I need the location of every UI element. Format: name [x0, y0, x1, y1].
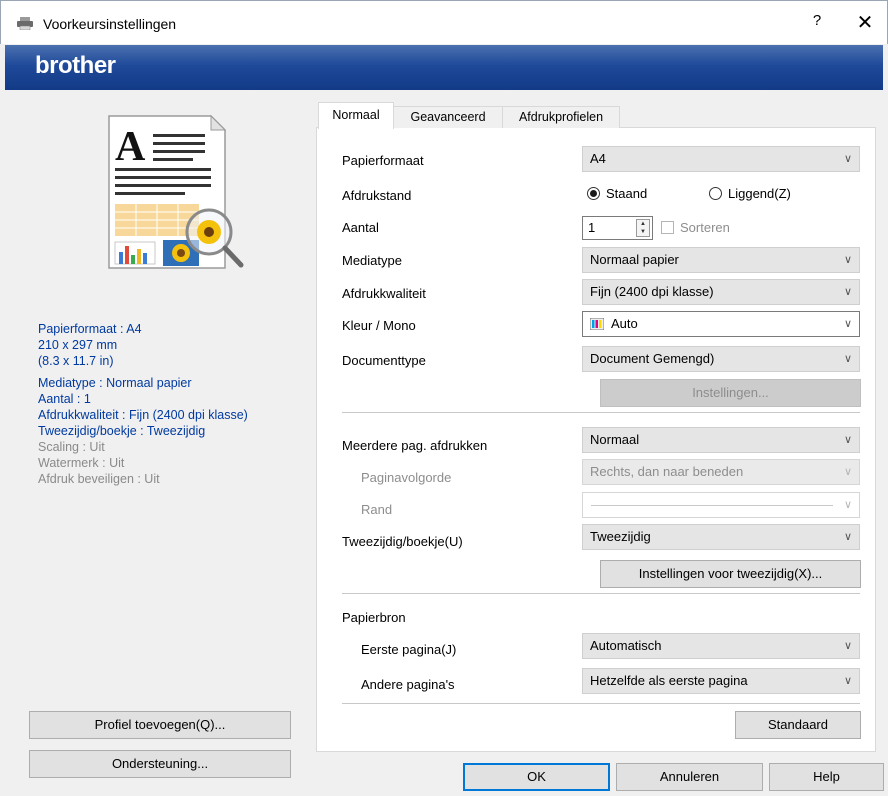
- page-preview-illustration: A: [108, 114, 244, 269]
- settings-button[interactable]: Instellingen...: [600, 379, 861, 407]
- paper-size-value: A4: [590, 151, 606, 166]
- summary-secure-print: Afdruk beveiligen : Uit: [38, 472, 160, 486]
- summary-watermark: Watermerk : Uit: [38, 456, 125, 470]
- separator: [342, 703, 860, 704]
- orientation-label: Afdrukstand: [342, 188, 412, 203]
- brother-logo: brother: [35, 52, 116, 79]
- color-mono-value: Auto: [611, 316, 638, 331]
- print-quality-select[interactable]: Fijn (2400 dpi klasse) ∨: [582, 279, 860, 305]
- chevron-down-icon: ∨: [843, 675, 852, 687]
- tab-afdrukprofielen[interactable]: Afdrukprofielen: [502, 106, 620, 128]
- border-label: Rand: [361, 502, 393, 517]
- color-mode-icon: [590, 318, 604, 330]
- chevron-down-icon: ∨: [843, 499, 852, 511]
- paper-source-label: Papierbron: [342, 610, 406, 625]
- page-order-select[interactable]: Rechts, dan naar beneden ∨: [582, 459, 860, 485]
- chevron-down-icon: ∨: [843, 286, 852, 298]
- paper-size-select[interactable]: A4 ∨: [582, 146, 860, 172]
- other-pages-value: Hetzelfde als eerste pagina: [590, 673, 748, 688]
- summary-paper-size: Papierformaat : A4: [38, 322, 142, 336]
- other-pages-select[interactable]: Hetzelfde als eerste pagina ∨: [582, 668, 860, 694]
- brand-banner: brother: [5, 45, 883, 90]
- separator: [342, 593, 860, 594]
- multiple-page-value: Normaal: [590, 432, 640, 447]
- chevron-down-icon: ∨: [843, 434, 852, 446]
- ok-button[interactable]: OK: [463, 763, 610, 791]
- spin-down-icon[interactable]: ▼: [637, 228, 649, 236]
- landscape-radio[interactable]: [709, 187, 722, 200]
- settings-summary: Papierformaat : A4 210 x 297 mm (8.3 x 1…: [38, 321, 248, 487]
- duplex-value: Tweezijdig: [590, 529, 651, 544]
- summary-dimensions-mm: 210 x 297 mm: [38, 338, 118, 352]
- paper-size-label: Papierformaat: [342, 153, 424, 168]
- close-button[interactable]: ✕: [853, 10, 877, 35]
- summary-quality: Afdrukkwaliteit : Fijn (2400 dpi klasse): [38, 408, 248, 422]
- other-pages-label: Andere pagina's: [361, 677, 455, 692]
- summary-scaling: Scaling : Uit: [38, 440, 105, 454]
- collate-checkbox[interactable]: [661, 221, 674, 234]
- duplex-settings-button[interactable]: Instellingen voor tweezijdig(X)...: [600, 560, 861, 588]
- color-mono-select[interactable]: Auto ∨: [582, 311, 860, 337]
- help-title-button[interactable]: ?: [806, 12, 828, 29]
- summary-copies: Aantal : 1: [38, 392, 91, 406]
- copies-stepper[interactable]: 1 ▲ ▼: [582, 216, 653, 240]
- chevron-down-icon: ∨: [843, 353, 852, 365]
- help-button[interactable]: Help: [769, 763, 884, 791]
- media-type-value: Normaal papier: [590, 252, 679, 267]
- copies-value: 1: [588, 220, 596, 235]
- separator: [342, 412, 860, 413]
- duplex-label: Tweezijdig/boekje(U): [342, 534, 463, 549]
- summary-media-type: Mediatype : Normaal papier: [38, 376, 192, 390]
- document-type-label: Documenttype: [342, 353, 426, 368]
- multiple-page-select[interactable]: Normaal ∨: [582, 427, 860, 453]
- document-type-value: Document Gemengd): [590, 351, 715, 366]
- media-type-select[interactable]: Normaal papier ∨: [582, 247, 860, 273]
- chevron-down-icon: ∨: [843, 153, 852, 165]
- default-button[interactable]: Standaard: [735, 711, 861, 739]
- title-bar: Voorkeursinstellingen ? ✕: [0, 0, 888, 44]
- print-quality-label: Afdrukkwaliteit: [342, 286, 426, 301]
- chevron-down-icon: ∨: [843, 318, 852, 330]
- tab-normaal[interactable]: Normaal: [318, 102, 394, 129]
- border-line-preview: [591, 505, 833, 506]
- copies-label: Aantal: [342, 220, 379, 235]
- cancel-button[interactable]: Annuleren: [616, 763, 763, 791]
- window-title: Voorkeursinstellingen: [43, 16, 177, 32]
- chevron-down-icon: ∨: [843, 531, 852, 543]
- chevron-down-icon: ∨: [843, 640, 852, 652]
- first-page-select[interactable]: Automatisch ∨: [582, 633, 860, 659]
- page-order-value: Rechts, dan naar beneden: [590, 464, 744, 479]
- media-type-label: Mediatype: [342, 253, 402, 268]
- chevron-down-icon: ∨: [843, 254, 852, 266]
- landscape-label[interactable]: Liggend(Z): [728, 186, 791, 201]
- page-order-label: Paginavolgorde: [361, 470, 452, 485]
- add-profile-button[interactable]: Profiel toevoegen(Q)...: [29, 711, 291, 739]
- spin-buttons[interactable]: ▲ ▼: [636, 219, 650, 237]
- first-page-value: Automatisch: [590, 638, 662, 653]
- multiple-page-label: Meerdere pag. afdrukken: [342, 438, 488, 453]
- summary-duplex: Tweezijdig/boekje : Tweezijdig: [38, 424, 206, 438]
- portrait-label[interactable]: Staand: [606, 186, 647, 201]
- chevron-down-icon: ∨: [843, 466, 852, 478]
- print-quality-value: Fijn (2400 dpi klasse): [590, 284, 714, 299]
- document-type-select[interactable]: Document Gemengd) ∨: [582, 346, 860, 372]
- portrait-radio[interactable]: [587, 187, 600, 200]
- support-button[interactable]: Ondersteuning...: [29, 750, 291, 778]
- printer-icon: [17, 17, 33, 30]
- tab-geavanceerd[interactable]: Geavanceerd: [393, 106, 503, 128]
- first-page-label: Eerste pagina(J): [361, 642, 457, 657]
- collate-label[interactable]: Sorteren: [680, 220, 730, 235]
- summary-dimensions-in: (8.3 x 11.7 in): [38, 354, 114, 368]
- color-mono-label: Kleur / Mono: [342, 318, 416, 333]
- spin-up-icon[interactable]: ▲: [637, 220, 649, 228]
- svg-text:A: A: [115, 124, 146, 170]
- preview-panel: A Papierformaat : A4 210 x 297 mm (8.3 x…: [5, 96, 305, 786]
- duplex-select[interactable]: Tweezijdig ∨: [582, 524, 860, 550]
- border-select[interactable]: ∨: [582, 492, 860, 518]
